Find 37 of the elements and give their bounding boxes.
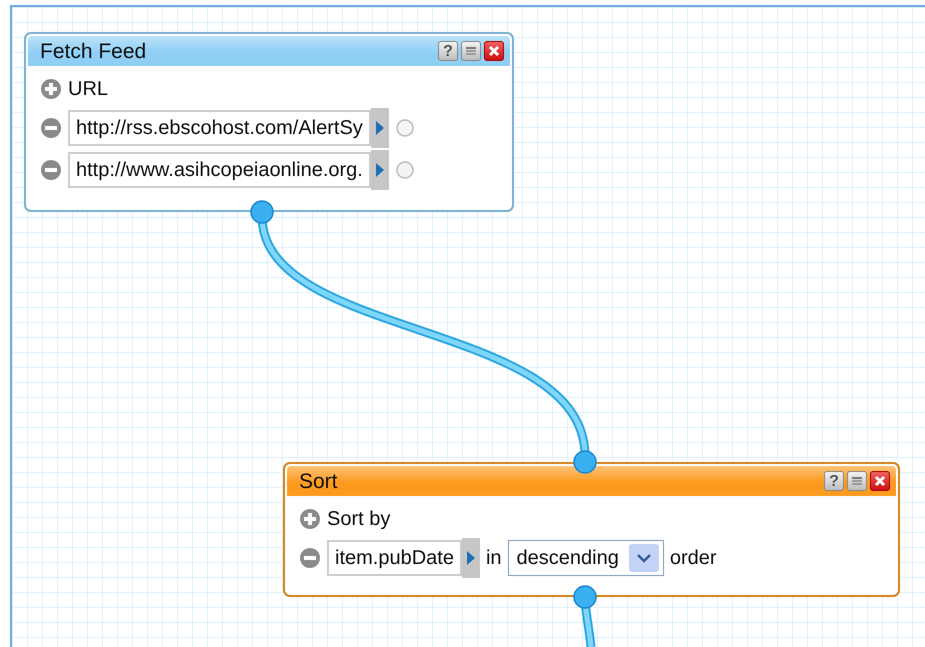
- field-arrow-button[interactable]: [462, 538, 480, 578]
- field-arrow-button[interactable]: [370, 150, 389, 190]
- field-arrow-button[interactable]: [370, 108, 389, 148]
- dropdown-arrow-button[interactable]: [628, 544, 659, 572]
- port-dot[interactable]: [573, 585, 597, 609]
- field-label: URL: [68, 77, 108, 102]
- add-icon[interactable]: [299, 508, 321, 530]
- module-title: Fetch Feed: [40, 40, 148, 62]
- remove-icon[interactable]: [299, 547, 321, 569]
- triangle-right-icon: [374, 162, 385, 178]
- help-button[interactable]: ?: [438, 41, 458, 61]
- port-dot[interactable]: [250, 200, 274, 224]
- add-icon[interactable]: [40, 78, 62, 100]
- text-field[interactable]: http://www.asihcopeiaonline.org.: [68, 152, 371, 188]
- close-icon: [488, 45, 500, 57]
- port-dot[interactable]: [573, 450, 597, 474]
- text-field[interactable]: item.pubDate: [327, 540, 462, 576]
- minimize-button[interactable]: [847, 471, 867, 491]
- module-title: Sort: [299, 470, 339, 492]
- triangle-right-icon: [374, 120, 385, 136]
- remove-icon[interactable]: [40, 159, 62, 181]
- text-field[interactable]: http://rss.ebscohost.com/AlertSy: [68, 110, 371, 146]
- close-button[interactable]: [484, 41, 504, 61]
- lines-icon: [851, 475, 863, 487]
- terminal-dot[interactable]: [394, 160, 415, 180]
- triangle-right-icon: [466, 550, 476, 566]
- terminal-dot[interactable]: [394, 118, 415, 138]
- close-button[interactable]: [870, 471, 890, 491]
- row-text: in: [486, 546, 502, 571]
- help-button[interactable]: ?: [824, 471, 844, 491]
- order-dropdown[interactable]: descending: [508, 540, 664, 576]
- field-label: Sort by: [327, 507, 390, 532]
- remove-icon[interactable]: [40, 117, 62, 139]
- lines-icon: [465, 45, 477, 57]
- minimize-button[interactable]: [461, 41, 481, 61]
- close-icon: [874, 475, 886, 487]
- row-text: order: [670, 546, 717, 571]
